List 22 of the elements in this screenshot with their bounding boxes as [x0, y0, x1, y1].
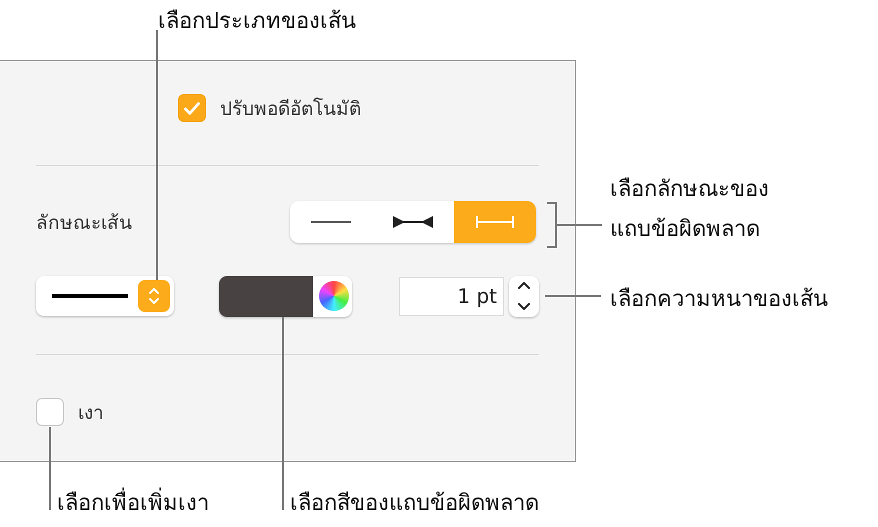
chevron-down-icon	[518, 302, 530, 310]
leader-line	[545, 295, 601, 297]
callout-text: เลือกเพื่อเพิ่มเงา	[57, 484, 209, 524]
autofit-checkbox[interactable]	[178, 94, 206, 122]
stroke-width-field[interactable]: 1 pt	[400, 278, 503, 314]
line-type-popup[interactable]	[36, 276, 174, 316]
callout-text: เลือกความหนาของเส้น	[610, 286, 828, 314]
line-sample-icon	[52, 293, 128, 299]
line-style-label: ลักษณะเส้น	[36, 211, 132, 236]
bracket-leader-line	[546, 202, 602, 248]
color-well[interactable]	[218, 276, 352, 316]
callout-text: เลือกประเภทของเส้น	[158, 8, 356, 36]
autofit-label: ปรับพอดีอัตโนมัติ	[220, 96, 361, 122]
color-wheel-icon	[318, 280, 349, 310]
shadow-label: เงา	[78, 401, 104, 426]
up-down-icon	[138, 280, 170, 312]
callout-text: เลือกสีของแถบข้อผิดพลาด	[290, 490, 539, 518]
shadow-checkbox[interactable]	[36, 398, 64, 426]
line-icon	[309, 221, 353, 223]
callout-text: เลือกลักษณะของ แถบข้อผิดพลาด	[610, 176, 769, 244]
chevron-up-icon	[518, 282, 530, 290]
checkmark-icon	[184, 102, 200, 114]
